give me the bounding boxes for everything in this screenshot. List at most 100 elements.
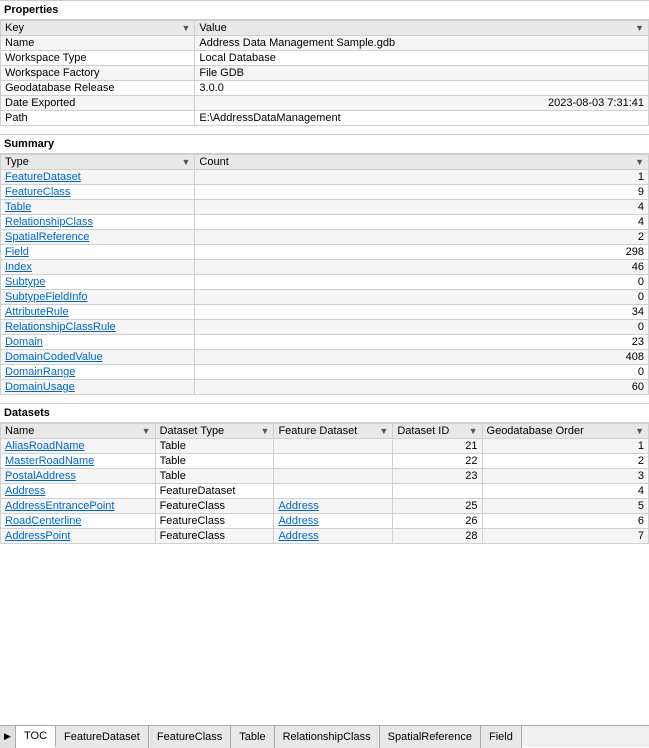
summary-type[interactable]: Field [1,245,195,260]
tab-table[interactable]: Table [231,726,274,748]
summary-row: Field298 [1,245,649,260]
summary-row: Index46 [1,260,649,275]
dataset-row: MasterRoadNameTable 222 [1,454,649,469]
summary-row: RelationshipClass4 [1,215,649,230]
dataset-feature-dataset [274,454,393,469]
tab-featureclass[interactable]: FeatureClass [149,726,231,748]
dataset-feature-dataset [274,439,393,454]
dataset-order: 7 [482,529,648,544]
dataset-row: AddressEntrancePointFeatureClassAddress2… [1,499,649,514]
summary-type[interactable]: SubtypeFieldInfo [1,290,195,305]
dataset-type: Table [155,454,274,469]
summary-row: FeatureDataset1 [1,170,649,185]
dataset-order: 2 [482,454,648,469]
properties-key-header[interactable]: Key ▼ [1,21,195,36]
ds-id-header[interactable]: Dataset ID ▼ [393,424,482,439]
summary-type-header[interactable]: Type ▼ [1,155,195,170]
summary-row: FeatureClass9 [1,185,649,200]
summary-count: 0 [195,320,649,335]
bottom-tabs: ▶ TOCFeatureDatasetFeatureClassTableRela… [0,725,649,747]
dataset-feature-dataset[interactable]: Address [274,514,393,529]
dataset-name[interactable]: AliasRoadName [1,439,156,454]
ds-name-arrow[interactable]: ▼ [142,426,151,436]
tab-relationshipclass[interactable]: RelationshipClass [275,726,380,748]
summary-type[interactable]: FeatureClass [1,185,195,200]
ds-order-arrow[interactable]: ▼ [635,426,644,436]
summary-count: 0 [195,290,649,305]
summary-type[interactable]: Subtype [1,275,195,290]
summary-type[interactable]: DomainCodedValue [1,350,195,365]
ds-type-arrow[interactable]: ▼ [261,426,270,436]
summary-count: 4 [195,215,649,230]
summary-count: 46 [195,260,649,275]
dataset-name[interactable]: AddressEntrancePoint [1,499,156,514]
dataset-id [393,484,482,499]
summary-count: 34 [195,305,649,320]
property-key: Date Exported [1,96,195,111]
tab-featuredataset[interactable]: FeatureDataset [56,726,149,748]
summary-type[interactable]: Domain [1,335,195,350]
count-dropdown-arrow[interactable]: ▼ [635,157,644,167]
dataset-row: AliasRoadNameTable211 [1,439,649,454]
summary-row: Domain23 [1,335,649,350]
summary-count-header[interactable]: Count ▼ [195,155,649,170]
ds-type-header[interactable]: Dataset Type ▼ [155,424,274,439]
property-value: Address Data Management Sample.gdb [195,36,649,51]
property-key: Geodatabase Release [1,81,195,96]
dataset-id: 23 [393,469,482,484]
dataset-name[interactable]: PostalAddress [1,469,156,484]
dataset-name[interactable]: AddressPoint [1,529,156,544]
summary-type[interactable]: RelationshipClass [1,215,195,230]
dataset-id: 22 [393,454,482,469]
dataset-feature-dataset [274,484,393,499]
summary-type[interactable]: SpatialReference [1,230,195,245]
ds-id-arrow[interactable]: ▼ [469,426,478,436]
ds-fds-header[interactable]: Feature Dataset ▼ [274,424,393,439]
tab-toc[interactable]: TOC [16,726,56,748]
summary-type[interactable]: Table [1,200,195,215]
summary-type[interactable]: FeatureDataset [1,170,195,185]
properties-table: Key ▼ Value ▼ NameAddress Data Managemen… [0,20,649,126]
dataset-name[interactable]: RoadCenterline [1,514,156,529]
dataset-feature-dataset [274,469,393,484]
summary-type[interactable]: Index [1,260,195,275]
summary-type[interactable]: RelationshipClassRule [1,320,195,335]
property-key: Path [1,111,195,126]
summary-row: Subtype0 [1,275,649,290]
dataset-name[interactable]: MasterRoadName [1,454,156,469]
dataset-order: 1 [482,439,648,454]
value-dropdown-arrow[interactable]: ▼ [635,23,644,33]
dataset-feature-dataset[interactable]: Address [274,499,393,514]
properties-header: Properties [0,0,649,20]
ds-name-header[interactable]: Name ▼ [1,424,156,439]
dataset-type: FeatureClass [155,529,274,544]
ds-fds-arrow[interactable]: ▼ [379,426,388,436]
tab-scroll-arrow[interactable]: ▶ [0,726,16,748]
summary-type[interactable]: DomainRange [1,365,195,380]
key-dropdown-arrow[interactable]: ▼ [181,23,190,33]
summary-row: Table4 [1,200,649,215]
summary-count: 1 [195,170,649,185]
properties-row: Workspace FactoryFile GDB [1,66,649,81]
property-value: File GDB [195,66,649,81]
summary-count: 4 [195,200,649,215]
dataset-id: 25 [393,499,482,514]
tab-spatialreference[interactable]: SpatialReference [380,726,481,748]
type-dropdown-arrow[interactable]: ▼ [181,157,190,167]
property-value: Local Database [195,51,649,66]
summary-count: 0 [195,365,649,380]
property-key: Workspace Type [1,51,195,66]
summary-type[interactable]: DomainUsage [1,380,195,395]
dataset-name[interactable]: Address [1,484,156,499]
summary-type[interactable]: AttributeRule [1,305,195,320]
ds-order-header[interactable]: Geodatabase Order ▼ [482,424,648,439]
tab-field[interactable]: Field [481,726,522,748]
properties-value-header[interactable]: Value ▼ [195,21,649,36]
dataset-feature-dataset[interactable]: Address [274,529,393,544]
dataset-row: RoadCenterlineFeatureClassAddress266 [1,514,649,529]
summary-count: 2 [195,230,649,245]
summary-row: SpatialReference2 [1,230,649,245]
summary-count: 408 [195,350,649,365]
dataset-id: 26 [393,514,482,529]
summary-count: 298 [195,245,649,260]
